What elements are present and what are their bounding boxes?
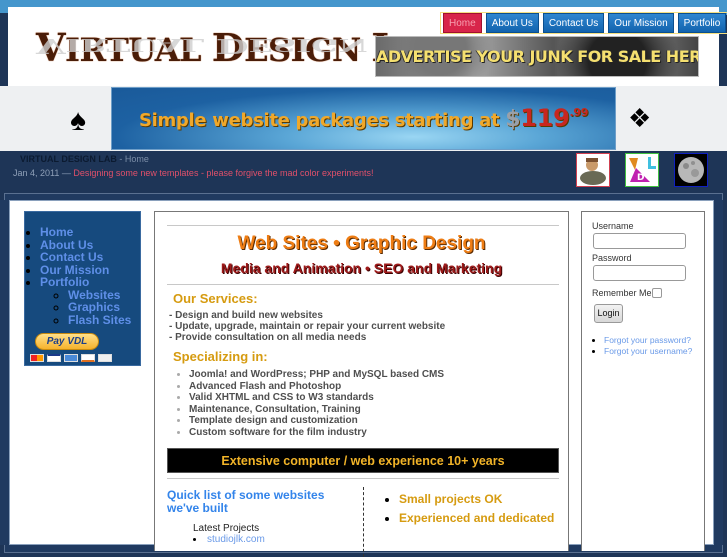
corner-decoration [0,7,8,18]
remember-me-checkbox[interactable] [652,288,662,298]
submenu-item: Flash Sites [68,313,140,327]
specialty-item: Maintenance, Consultation, Training [189,404,444,416]
spade-icon: ♠ [70,104,86,137]
payment-cards [30,354,112,362]
specializing-list: Joomla! and WordPress; PHP and MySQL bas… [189,369,444,439]
promo-label: Simple website packages starting at [138,110,500,131]
right-rail [713,200,723,545]
promo-banner[interactable]: Simple website packages starting at $119… [111,87,616,150]
remember-me-label: Remember Me [592,288,652,298]
nav-home[interactable]: Home [443,13,482,33]
promo-row: ♠ Simple website packages starting at $1… [0,86,727,151]
main-content: Web Sites • Graphic Design Media and Ani… [154,211,569,557]
news-headline[interactable]: Designing some new templates - please fo… [73,168,373,178]
services-list: - Design and build new websites - Update… [169,310,445,343]
paypal-button[interactable]: Pay VDL [35,333,99,350]
forgot-password-link[interactable]: Forgot your password? [604,335,691,345]
divider [167,284,559,285]
site-logo[interactable]: VIRTUAL DESIGN LAB VIRTUAL DESIGN LAB [30,21,457,83]
site-header: VIRTUAL DESIGN LAB VIRTUAL DESIGN LAB Ho… [8,7,727,86]
breadcrumb-site[interactable]: VIRTUAL DESIGN LAB [20,154,117,164]
top-strip [0,0,727,7]
discover-icon [81,354,95,362]
highlight-item: Experienced and dedicated [399,512,554,524]
promo-price: 119 [520,104,570,132]
menu-list: Home About Us Contact Us Our Mission Por… [25,226,140,326]
experience-banner: Extensive computer / web experience 10+ … [167,448,559,473]
thumbnail-vdl-logo[interactable]: D [625,153,659,187]
project-item: studiojlk.com [193,534,265,545]
divider [167,478,559,479]
service-item: - Update, upgrade, maintain or repair yo… [169,321,446,332]
mastercard-icon [30,354,44,362]
character-icon [580,158,606,185]
promo-text: Simple website packages starting at $119… [112,104,615,132]
moon-icon [678,157,704,183]
specializing-heading: Specializing in: [173,349,268,364]
highlights-list: Small projects OK Experienced and dedica… [399,493,554,531]
nav-our-mission[interactable]: Our Mission [608,13,674,33]
specialty-item: Custom software for the film industry [189,427,444,439]
breadcrumb: VIRTUAL DESIGN LAB - Home [20,154,149,164]
specialty-item: Valid XHTML and CSS to W3 standards [189,392,444,404]
projects-list: studiojlk.com [193,534,265,545]
advertise-banner-text: ADVERTISE YOUR JUNK FOR SALE HERE! [376,47,699,66]
column-divider [363,487,364,557]
bank-icon [98,354,112,362]
login-button[interactable]: Login [594,304,623,323]
quick-list-heading: Quick list of some websites we've built [167,488,325,515]
nav-portfolio[interactable]: Portfolio [677,13,727,33]
headline-primary: Web Sites • Graphic Design [237,233,486,254]
forgot-links: Forgot your password? Forgot your userna… [594,335,692,356]
password-label: Password [592,253,632,263]
left-rail [0,200,10,545]
promo-cents: .99 [569,106,589,119]
latest-projects-label: Latest Projects [193,523,260,534]
forgot-item: Forgot your username? [604,346,692,357]
svg-text:D: D [637,173,644,183]
visa-icon [47,354,61,362]
service-item: - Design and build new websites [169,310,323,321]
username-label: Username [592,221,634,231]
headline-secondary: Media and Animation • SEO and Marketing [220,260,503,276]
news-ticker: Jan 4, 2011 — Designing some new templat… [13,168,374,178]
diamonds-icon: ❖ [628,103,652,133]
vdl-logo-icon: D [629,157,656,183]
forgot-item: Forgot your password? [604,335,692,346]
news-date: Jan 4, 2011 — [13,168,74,178]
specialty-item: Template design and customization [189,415,444,427]
project-link[interactable]: studiojlk.com [207,534,265,545]
username-input[interactable] [593,233,686,249]
nav-about-us[interactable]: About Us [485,13,539,33]
top-nav: Home About Us Contact Us Our Mission Por… [440,12,727,34]
forgot-username-link[interactable]: Forgot your username? [604,346,692,356]
promo-dollar: $ [505,107,521,132]
divider [167,225,559,226]
thumbnail-character[interactable] [576,153,610,187]
advertise-banner[interactable]: ADVERTISE YOUR JUNK FOR SALE HERE! [375,36,699,77]
password-input[interactable] [593,265,686,281]
specialty-item: Joomla! and WordPress; PHP and MySQL bas… [189,369,444,381]
breadcrumb-page: Home [124,154,149,164]
nav-contact-us[interactable]: Contact Us [542,13,605,33]
thumbnail-moon[interactable] [674,153,708,187]
submenu-link-flash-sites[interactable]: Flash Sites [68,313,131,327]
info-bar: VIRTUAL DESIGN LAB - Home Jan 4, 2011 — … [0,151,727,186]
services-heading: Our Services: [173,291,258,306]
sidebar-menu: Home About Us Contact Us Our Mission Por… [24,211,141,366]
service-item: - Provide consultation on all media need… [169,332,367,343]
menu-item: Portfolio Websites Graphics Flash Sites [40,276,140,326]
specialty-item: Advanced Flash and Photoshop [189,381,444,393]
amex-icon [64,354,78,362]
portfolio-submenu: Websites Graphics Flash Sites [40,288,140,327]
highlight-item: Small projects OK [399,493,554,505]
login-panel: Username Password Remember Me Login Forg… [581,211,705,551]
breadcrumb-separator: - [116,154,125,164]
